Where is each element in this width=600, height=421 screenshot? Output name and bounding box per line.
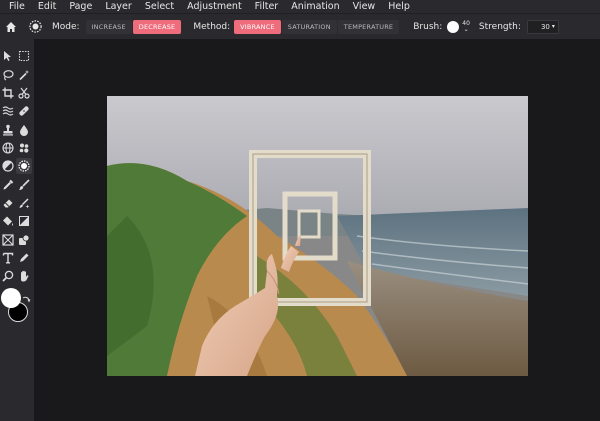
- magic-wand-icon[interactable]: [16, 67, 32, 83]
- mode-label: Mode:: [52, 21, 80, 32]
- menu-file[interactable]: File: [9, 0, 25, 13]
- marquee-select-icon[interactable]: [16, 48, 32, 64]
- menu-view[interactable]: View: [353, 0, 376, 13]
- gradient-icon[interactable]: [16, 213, 32, 229]
- image-placeholder-icon[interactable]: [0, 232, 16, 248]
- brush-size-control[interactable]: 40 ⌄: [462, 20, 470, 33]
- hand-icon[interactable]: [16, 268, 32, 284]
- method-saturation-button[interactable]: SATURATION: [281, 19, 337, 34]
- scissors-icon[interactable]: [16, 85, 32, 101]
- mode-decrease-button[interactable]: DECREASE: [132, 19, 182, 34]
- clone-stamp-icon[interactable]: [0, 122, 16, 138]
- select-arrow-icon[interactable]: [0, 48, 16, 64]
- swap-colors-icon[interactable]: [21, 290, 31, 303]
- crop-icon[interactable]: [0, 85, 16, 101]
- image-canvas[interactable]: [107, 96, 528, 376]
- menu-filter[interactable]: Filter: [255, 0, 279, 13]
- zoom-icon[interactable]: [0, 268, 16, 284]
- eraser-icon[interactable]: [0, 195, 16, 211]
- saturation-sponge-icon[interactable]: [16, 158, 32, 174]
- menu-bar: File Edit Page Layer Select Adjustment F…: [0, 0, 600, 13]
- lasso-icon[interactable]: [0, 67, 16, 83]
- color-picker-icon[interactable]: [0, 177, 16, 193]
- brush-preview[interactable]: [447, 20, 460, 33]
- liquify-icon[interactable]: [0, 103, 16, 119]
- shape-icon[interactable]: [16, 232, 32, 248]
- primary-color-swatch[interactable]: [1, 288, 21, 308]
- paint-bucket-icon[interactable]: [0, 213, 16, 229]
- text-icon[interactable]: [0, 250, 16, 266]
- home-icon[interactable]: [4, 20, 18, 34]
- menu-help[interactable]: Help: [388, 0, 410, 13]
- method-label: Method:: [193, 21, 231, 32]
- brush-label: Brush:: [413, 21, 443, 32]
- photo-frames-beach-image: [107, 96, 528, 376]
- smart-brush-icon[interactable]: [16, 195, 32, 211]
- menu-edit[interactable]: Edit: [38, 0, 56, 13]
- strength-select[interactable]: 30 ▾: [526, 19, 559, 34]
- strength-label: Strength:: [478, 21, 521, 32]
- blur-drop-icon[interactable]: [16, 122, 32, 138]
- strength-value: 30: [540, 22, 550, 31]
- chevron-down-icon: ▾: [551, 23, 555, 30]
- method-temperature-button[interactable]: TEMPERATURE: [337, 19, 400, 34]
- brush-icon[interactable]: [16, 177, 32, 193]
- menu-adjustment[interactable]: Adjustment: [187, 0, 242, 13]
- menu-page[interactable]: Page: [69, 0, 92, 13]
- method-vibrance-button[interactable]: VIBRANCE: [234, 19, 281, 34]
- tool-options-bar: Mode: INCREASE DECREASE Method: VIBRANCE…: [0, 13, 600, 39]
- photo-editor-app: File Edit Page Layer Select Adjustment F…: [0, 0, 600, 421]
- menu-layer[interactable]: Layer: [105, 0, 132, 13]
- vibrance-tool-icon: [28, 20, 42, 34]
- chevron-down-icon: ⌄: [463, 25, 469, 33]
- pen-icon[interactable]: [16, 250, 32, 266]
- dodge-burn-icon[interactable]: [0, 158, 16, 174]
- mode-increase-button[interactable]: INCREASE: [85, 19, 132, 34]
- tools-panel: [0, 39, 34, 421]
- sponge-globe-icon[interactable]: [0, 140, 16, 156]
- menu-select[interactable]: Select: [145, 0, 174, 13]
- healing-bandage-icon[interactable]: [16, 103, 32, 119]
- smudge-blob-icon[interactable]: [16, 140, 32, 156]
- menu-animation[interactable]: Animation: [291, 0, 339, 13]
